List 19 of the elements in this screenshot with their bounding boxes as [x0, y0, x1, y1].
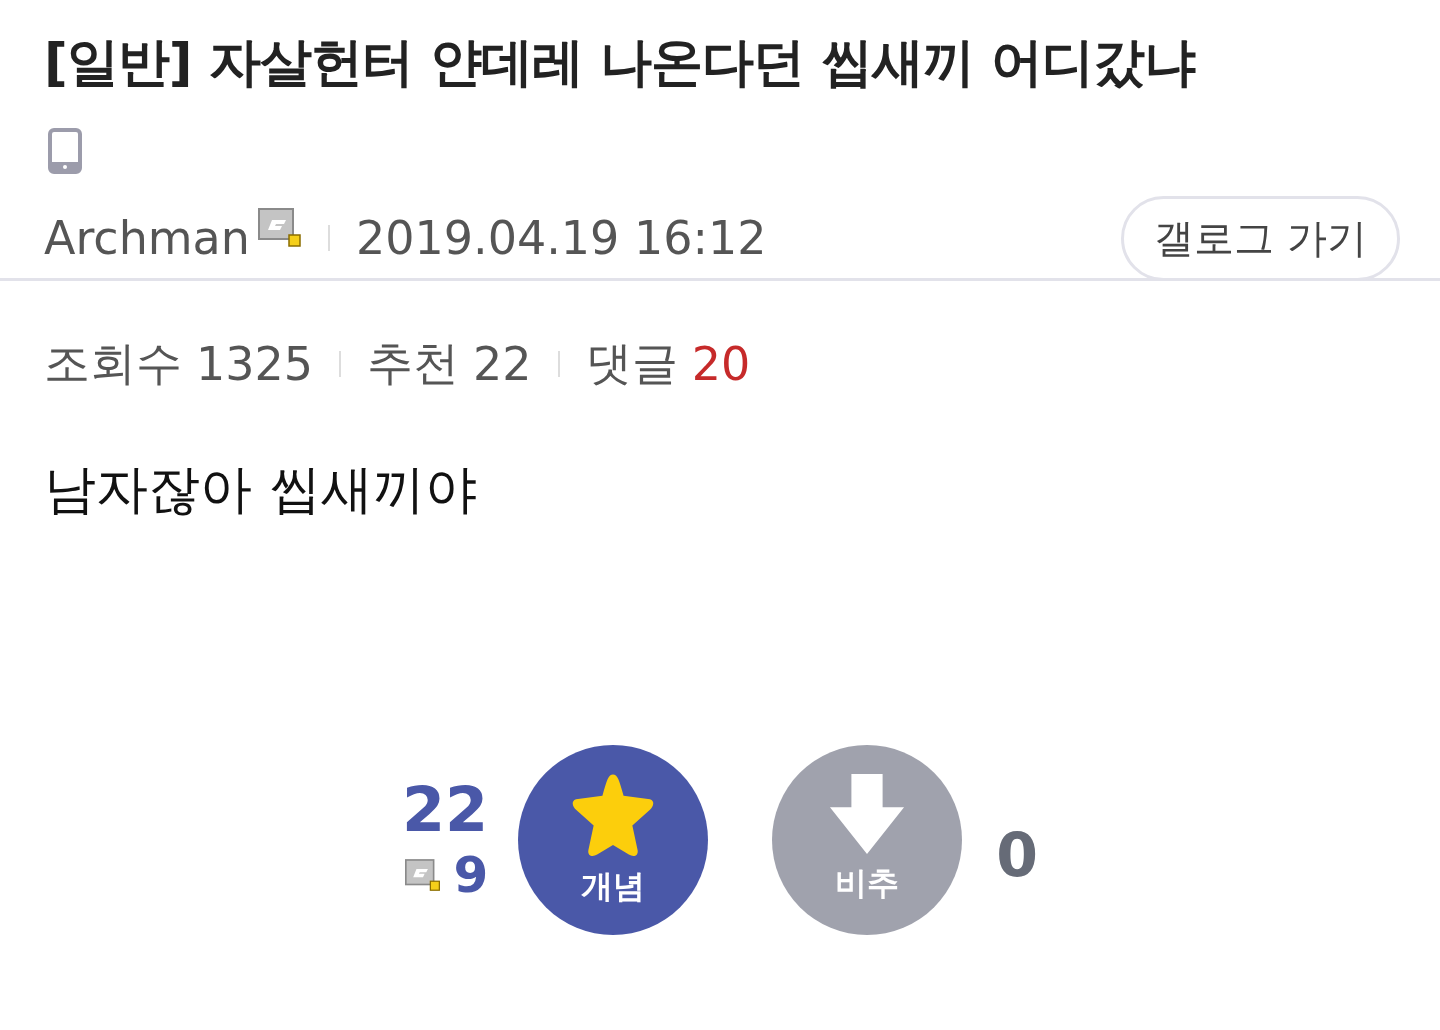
- stat-value: 20: [691, 337, 751, 391]
- post-title: [일반] 자살헌터 얀데레 나온다던 씹새끼 어디갔냐: [43, 31, 1197, 94]
- stat-label: 조회수: [44, 335, 182, 392]
- post-body: 남자잖아 씹새끼야: [44, 458, 478, 521]
- downvote-count: 0: [996, 820, 1038, 890]
- mobile-phone-icon: [48, 128, 82, 174]
- fixed-user-icon: [257, 208, 302, 248]
- upvote-count: 22: [402, 775, 489, 845]
- fixed-upvote-count: 9: [453, 845, 489, 905]
- fixed-user-icon: [405, 858, 442, 892]
- gallog-button[interactable]: 갤로그 가기: [1121, 195, 1400, 281]
- stat-label: 댓글: [585, 335, 678, 392]
- stat-value: 1325: [196, 337, 314, 391]
- down-arrow-icon: [828, 774, 907, 856]
- upvote-button[interactable]: 개념: [518, 745, 709, 935]
- stat-value: 22: [473, 337, 532, 391]
- stat-label: 추천: [367, 335, 460, 392]
- author-name[interactable]: Archman: [44, 211, 250, 265]
- post-date: 2019.04.19 16:12: [355, 211, 767, 265]
